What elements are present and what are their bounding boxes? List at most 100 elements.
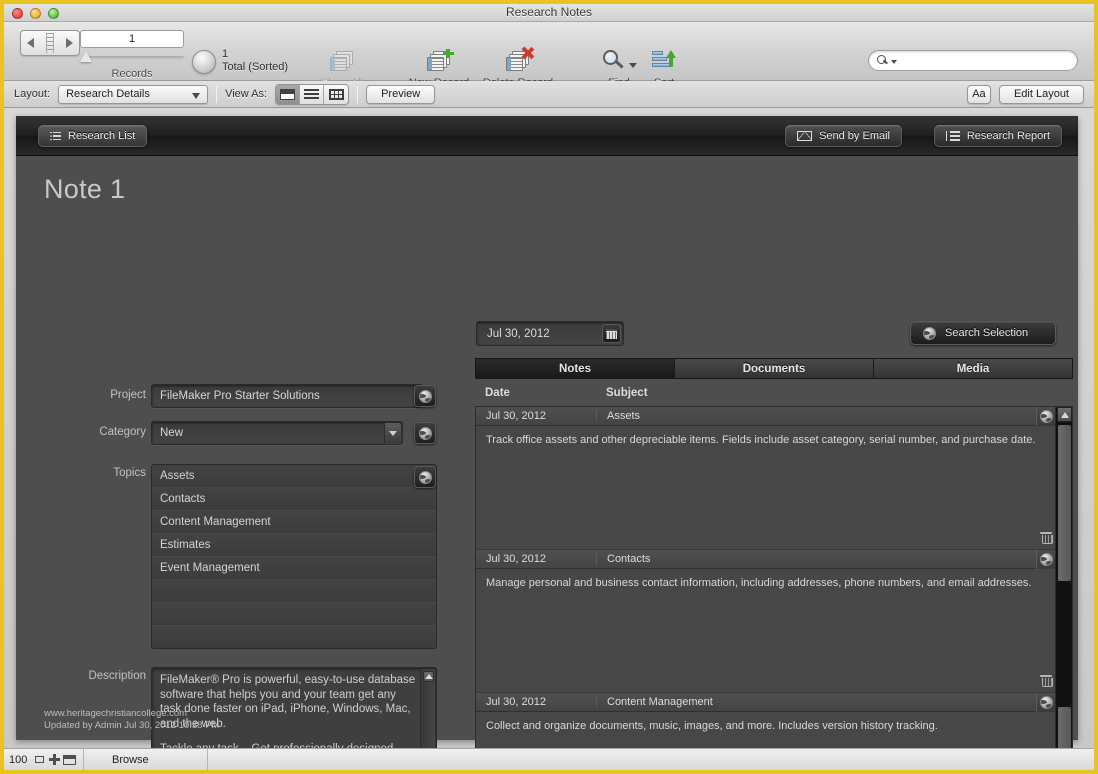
divider xyxy=(357,85,359,103)
portal-tabs[interactable]: Notes Documents Media xyxy=(475,358,1073,379)
edit-layout-button[interactable]: Edit Layout xyxy=(998,84,1084,104)
project-field[interactable]: FileMaker Pro Starter Solutions xyxy=(151,384,423,408)
window-icon xyxy=(63,754,76,765)
topic-item[interactable]: Content Management xyxy=(152,511,436,534)
topic-item[interactable]: Event Management xyxy=(152,557,436,580)
toggle-status-area-button[interactable] xyxy=(62,754,77,765)
delete-record-icon xyxy=(472,48,564,74)
filemaker-window: Research Notes 1 Records 1 Total (Sorted… xyxy=(0,0,1098,774)
topic-item-empty[interactable] xyxy=(152,603,436,626)
note-search-button[interactable] xyxy=(1036,407,1056,426)
topic-item-empty[interactable] xyxy=(152,626,436,648)
text-formatting-button[interactable]: Aa xyxy=(966,84,991,104)
note-row-header[interactable]: Jul 30, 2012 Assets xyxy=(476,407,1056,426)
list-icon xyxy=(50,131,61,141)
record-number-group[interactable]: 1 xyxy=(80,30,184,63)
window-title: Research Notes xyxy=(505,5,593,19)
category-field[interactable]: New xyxy=(151,421,403,445)
window-titlebar: Research Notes xyxy=(4,4,1094,22)
record-navigation[interactable] xyxy=(20,30,80,56)
notes-scrollbar[interactable] xyxy=(1055,407,1072,748)
document-canvas: Research List Send by Email Research Rep… xyxy=(4,108,1094,748)
topics-search-button[interactable] xyxy=(414,466,436,488)
research-report-label: Research Report xyxy=(966,130,1050,142)
record-slider-thumb[interactable] xyxy=(80,51,92,62)
total-label: Total (Sorted) xyxy=(222,61,289,73)
view-mode-list-button[interactable] xyxy=(300,84,325,104)
scroll-up-icon[interactable] xyxy=(1057,407,1072,422)
category-value: New xyxy=(160,427,184,439)
layout-select[interactable]: Research Details xyxy=(58,84,209,104)
note-body[interactable]: Track office assets and other depreciabl… xyxy=(476,426,1056,549)
layout-header-band: Research List Send by Email Research Rep… xyxy=(16,116,1078,156)
status-bar: 100 Browse xyxy=(4,748,1094,771)
date-field[interactable]: Jul 30, 2012 xyxy=(476,321,624,346)
search-box[interactable] xyxy=(868,50,1078,71)
research-list-label: Research List xyxy=(68,130,136,142)
record-nav-arrows[interactable] xyxy=(20,30,80,56)
mode-label: Browse xyxy=(112,753,149,766)
tab-documents[interactable]: Documents xyxy=(675,359,874,378)
topic-item[interactable]: Estimates xyxy=(152,534,436,557)
search-selection-label: Search Selection xyxy=(945,327,1029,339)
search-icon xyxy=(877,55,888,66)
research-list-button[interactable]: Research List xyxy=(38,125,148,147)
record-number-field[interactable]: 1 xyxy=(80,30,184,48)
note-body[interactable]: Manage personal and business contact inf… xyxy=(476,569,1056,692)
records-stack-icon xyxy=(296,48,388,74)
search-chevron-down-icon[interactable] xyxy=(891,59,897,64)
preview-button[interactable]: Preview xyxy=(366,84,436,104)
form-view-icon xyxy=(280,88,296,100)
record-slider[interactable] xyxy=(80,51,184,63)
note-subject: Contacts xyxy=(607,553,651,565)
globe-icon xyxy=(418,470,432,484)
search-selection-button[interactable]: Search Selection xyxy=(910,321,1056,345)
found-set-pie-icon[interactable] xyxy=(192,50,216,74)
tab-notes[interactable]: Notes xyxy=(476,359,675,378)
topic-item[interactable]: Assets xyxy=(152,465,436,488)
category-dropdown-arrow[interactable] xyxy=(384,423,401,443)
scroll-up-icon[interactable] xyxy=(423,671,434,682)
next-record-icon[interactable] xyxy=(66,38,73,48)
description-scrollbar[interactable] xyxy=(420,669,435,748)
topics-list[interactable]: Assets Contacts Content Management Estim… xyxy=(151,464,437,649)
note-body[interactable]: Collect and organize documents, music, i… xyxy=(476,712,1056,748)
project-label: Project xyxy=(110,389,146,401)
send-by-email-button[interactable]: Send by Email xyxy=(785,125,902,147)
category-label: Category xyxy=(99,426,146,438)
category-search-button[interactable] xyxy=(414,422,436,444)
note-row[interactable]: Jul 30, 2012 Assets Track office assets … xyxy=(476,407,1056,549)
topics-label: Topics xyxy=(113,467,146,479)
note-delete-button[interactable] xyxy=(1036,529,1056,546)
project-search-button[interactable] xyxy=(414,385,436,407)
notes-portal[interactable]: Jul 30, 2012 Assets Track office assets … xyxy=(475,406,1073,748)
previous-record-icon[interactable] xyxy=(27,38,34,48)
research-report-button[interactable]: Research Report xyxy=(933,125,1062,147)
note-row[interactable]: Jul 30, 2012 Content Management Collect … xyxy=(476,693,1056,748)
chevron-down-icon xyxy=(192,92,201,99)
note-row-header[interactable]: Jul 30, 2012 Content Management xyxy=(476,693,1056,712)
view-mode-segmented-control[interactable] xyxy=(275,83,350,105)
note-search-button[interactable] xyxy=(1036,693,1056,712)
send-by-email-label: Send by Email xyxy=(819,130,890,142)
calendar-button[interactable] xyxy=(602,324,621,343)
zoom-out-button[interactable] xyxy=(32,756,47,763)
note-search-button[interactable] xyxy=(1036,550,1056,569)
calendar-icon xyxy=(606,328,617,339)
globe-icon xyxy=(1040,410,1053,423)
view-mode-table-button[interactable] xyxy=(324,84,349,104)
tab-media[interactable]: Media xyxy=(874,359,1072,378)
note-row-header[interactable]: Jul 30, 2012 Contacts xyxy=(476,550,1056,569)
note-row[interactable]: Jul 30, 2012 Contacts Manage personal an… xyxy=(476,550,1056,692)
topic-item-empty[interactable] xyxy=(152,580,436,603)
globe-icon xyxy=(923,326,936,340)
note-subject: Assets xyxy=(607,410,641,422)
note-delete-button[interactable] xyxy=(1036,672,1056,689)
scrollbar-thumb[interactable] xyxy=(1058,425,1071,581)
topic-item[interactable]: Contacts xyxy=(152,488,436,511)
search-input[interactable] xyxy=(900,54,1069,67)
view-mode-form-button[interactable] xyxy=(276,84,301,104)
zoom-in-button[interactable] xyxy=(47,754,62,765)
list-view-icon xyxy=(304,88,320,100)
scrollbar-thumb-lower[interactable] xyxy=(1058,707,1071,748)
